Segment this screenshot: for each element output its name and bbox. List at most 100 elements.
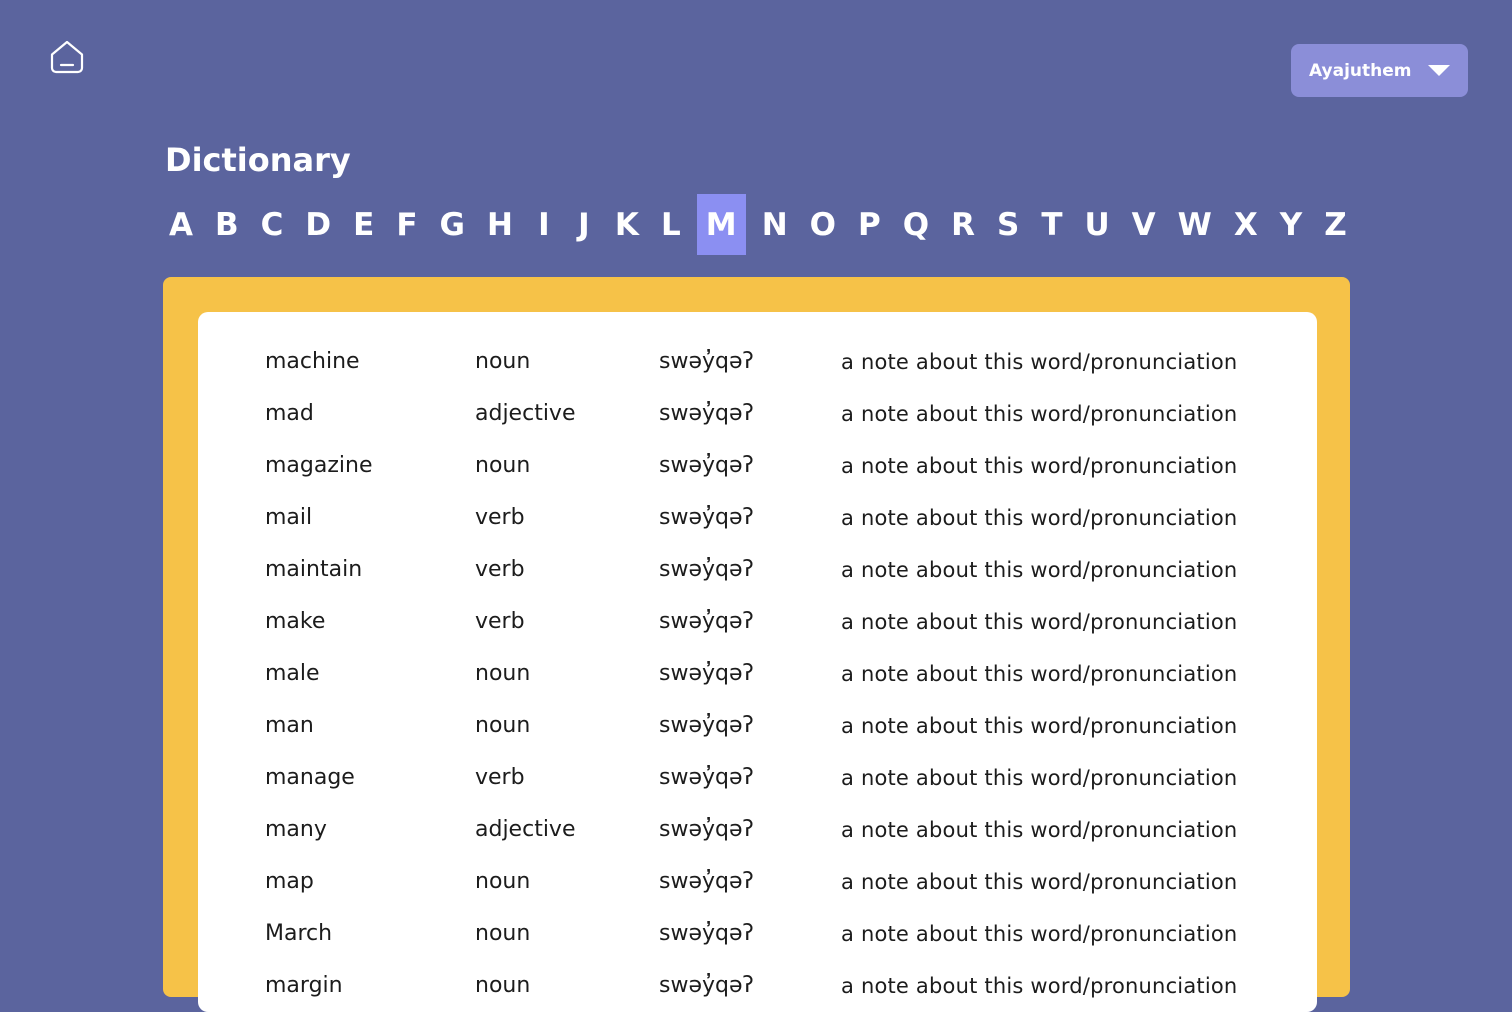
entry-word: manage	[265, 765, 355, 790]
dictionary-row[interactable]: map noun swəy̓qəʔ a note about this word/pr…	[198, 856, 1317, 908]
entry-part-of-speech: noun	[475, 713, 531, 738]
entry-word: machine	[265, 349, 360, 374]
letter-g[interactable]: G	[434, 194, 471, 255]
entry-word: many	[265, 817, 327, 842]
home-icon	[50, 40, 84, 74]
letter-i[interactable]: I	[529, 194, 559, 255]
letter-j[interactable]: J	[569, 194, 599, 255]
entry-word: male	[265, 661, 320, 686]
entry-word: man	[265, 713, 314, 738]
letter-n[interactable]: N	[756, 194, 794, 255]
entry-note: a note about this word/pronunciation	[841, 766, 1238, 790]
entry-part-of-speech: noun	[475, 349, 531, 374]
entry-note: a note about this word/pronunciation	[841, 506, 1238, 530]
dictionary-row[interactable]: manage verb swəy̓qəʔ a note about this word…	[198, 752, 1317, 804]
entry-pronunciation: swəy̓qəʔ	[659, 869, 754, 894]
entry-note: a note about this word/pronunciation	[841, 558, 1238, 582]
alphabet-nav: ABCDEFGHIJKLMNOPQRSTUVWXYZ	[163, 194, 1353, 255]
entry-pronunciation: swəy̓qəʔ	[659, 505, 754, 530]
dictionary-row[interactable]: maintain verb swəy̓qəʔ a note about this wo…	[198, 544, 1317, 596]
dictionary-row[interactable]: mad adjective swəy̓qəʔ a note about this wo…	[198, 388, 1317, 440]
entry-part-of-speech: verb	[475, 505, 525, 530]
entry-note: a note about this word/pronunciation	[841, 454, 1238, 478]
chevron-down-icon	[1428, 65, 1450, 76]
entry-pronunciation: swəy̓qəʔ	[659, 401, 754, 426]
entry-note: a note about this word/pronunciation	[841, 714, 1238, 738]
dictionary-row[interactable]: magazine noun swəy̓qəʔ a note about this wo…	[198, 440, 1317, 492]
dictionary-card: machine noun swəy̓qəʔ a note about this wor…	[198, 312, 1317, 1012]
letter-q[interactable]: Q	[897, 194, 935, 255]
letter-s[interactable]: S	[991, 194, 1025, 255]
home-button[interactable]	[48, 38, 86, 76]
entry-pronunciation: swəy̓qəʔ	[659, 713, 754, 738]
language-selector[interactable]: Ayajuthem	[1291, 44, 1468, 97]
entry-word: magazine	[265, 453, 373, 478]
dictionary-list: machine noun swəy̓qəʔ a note about this wor…	[198, 336, 1317, 1012]
letter-r[interactable]: R	[945, 194, 981, 255]
letter-b[interactable]: B	[209, 194, 245, 255]
entry-note: a note about this word/pronunciation	[841, 818, 1238, 842]
letter-e[interactable]: E	[347, 194, 380, 255]
entry-note: a note about this word/pronunciation	[841, 402, 1238, 426]
entry-pronunciation: swəy̓qəʔ	[659, 557, 754, 582]
entry-part-of-speech: adjective	[475, 817, 576, 842]
entry-pronunciation: swəy̓qəʔ	[659, 609, 754, 634]
entry-pronunciation: swəy̓qəʔ	[659, 349, 754, 374]
letter-w[interactable]: W	[1172, 194, 1218, 255]
letter-l[interactable]: L	[655, 194, 687, 255]
entry-word: make	[265, 609, 326, 634]
dictionary-row[interactable]: man noun swəy̓qəʔ a note about this word/pr…	[198, 700, 1317, 752]
entry-note: a note about this word/pronunciation	[841, 974, 1238, 998]
entry-part-of-speech: noun	[475, 661, 531, 686]
entry-part-of-speech: noun	[475, 921, 531, 946]
entry-note: a note about this word/pronunciation	[841, 350, 1238, 374]
letter-c[interactable]: C	[255, 194, 290, 255]
entry-word: March	[265, 921, 333, 946]
letter-h[interactable]: H	[481, 194, 519, 255]
dictionary-row[interactable]: margin noun swəy̓qəʔ a note about this word…	[198, 960, 1317, 1012]
entry-word: maintain	[265, 557, 363, 582]
entry-part-of-speech: adjective	[475, 401, 576, 426]
entry-pronunciation: swəy̓qəʔ	[659, 453, 754, 478]
entry-word: mad	[265, 401, 314, 426]
letter-d[interactable]: D	[299, 194, 337, 255]
entry-part-of-speech: noun	[475, 973, 531, 998]
letter-z[interactable]: Z	[1318, 194, 1352, 255]
letter-m[interactable]: M	[696, 194, 746, 255]
letter-o[interactable]: O	[804, 194, 842, 255]
entry-pronunciation: swəy̓qəʔ	[659, 817, 754, 842]
entry-pronunciation: swəy̓qəʔ	[659, 973, 754, 998]
entry-part-of-speech: verb	[475, 765, 525, 790]
entry-part-of-speech: noun	[475, 453, 531, 478]
entry-note: a note about this word/pronunciation	[841, 610, 1238, 634]
dictionary-row[interactable]: male noun swəy̓qəʔ a note about this word/p…	[198, 648, 1317, 700]
letter-u[interactable]: U	[1078, 194, 1115, 255]
letter-v[interactable]: V	[1126, 194, 1162, 255]
entry-word: mail	[265, 505, 313, 530]
entry-note: a note about this word/pronunciation	[841, 662, 1238, 686]
letter-x[interactable]: X	[1228, 194, 1264, 255]
entry-note: a note about this word/pronunciation	[841, 870, 1238, 894]
language-selector-label: Ayajuthem	[1309, 60, 1412, 81]
entry-pronunciation: swəy̓qəʔ	[659, 661, 754, 686]
letter-f[interactable]: F	[390, 194, 423, 255]
entry-part-of-speech: verb	[475, 609, 525, 634]
letter-y[interactable]: Y	[1274, 194, 1308, 255]
entry-pronunciation: swəy̓qəʔ	[659, 765, 754, 790]
dictionary-row[interactable]: many adjective swəy̓qəʔ a note about this w…	[198, 804, 1317, 856]
letter-p[interactable]: P	[852, 194, 887, 255]
letter-a[interactable]: A	[163, 194, 199, 255]
entry-pronunciation: swəy̓qəʔ	[659, 921, 754, 946]
entry-word: margin	[265, 973, 343, 998]
dictionary-row[interactable]: make verb swəy̓qəʔ a note about this word/p…	[198, 596, 1317, 648]
letter-t[interactable]: T	[1035, 194, 1068, 255]
entry-word: map	[265, 869, 314, 894]
entry-part-of-speech: verb	[475, 557, 525, 582]
entry-part-of-speech: noun	[475, 869, 531, 894]
dictionary-row[interactable]: machine noun swəy̓qəʔ a note about this wor…	[198, 336, 1317, 388]
entry-note: a note about this word/pronunciation	[841, 922, 1238, 946]
letter-k[interactable]: K	[609, 194, 645, 255]
page-title: Dictionary	[165, 141, 351, 179]
dictionary-row[interactable]: mail verb swəy̓qəʔ a note about this word/p…	[198, 492, 1317, 544]
dictionary-row[interactable]: March noun swəy̓qəʔ a note about this word/…	[198, 908, 1317, 960]
